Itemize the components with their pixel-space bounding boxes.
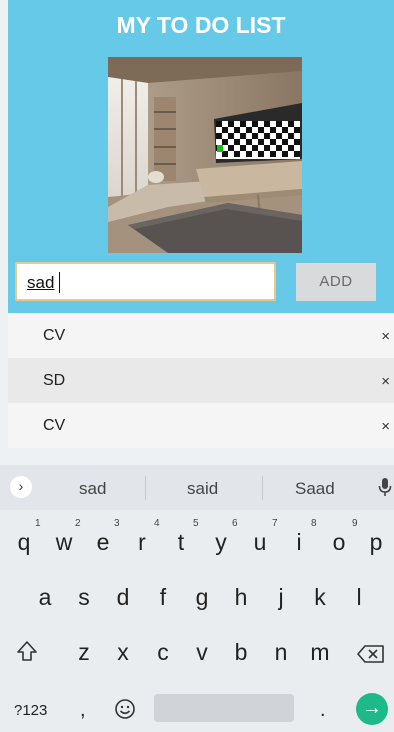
todo-input-value: sad (27, 273, 55, 292)
key-n[interactable]: n (263, 639, 299, 666)
key-x[interactable]: x (105, 639, 141, 666)
key-b[interactable]: b (223, 639, 259, 666)
key-hint: 3 (114, 518, 120, 529)
key-k[interactable]: k (302, 584, 338, 611)
todo-item[interactable]: SD × (8, 358, 394, 403)
space-bar[interactable] (154, 694, 294, 722)
soft-keyboard: › sad said Saad q w e r t y u i o p 1 2 … (0, 465, 394, 732)
key-y[interactable]: y (203, 529, 239, 556)
key-hint: 8 (311, 518, 317, 529)
key-f[interactable]: f (145, 584, 181, 611)
key-m[interactable]: m (302, 639, 338, 666)
suggestion-word[interactable]: Saad (295, 479, 335, 499)
key-hint: 7 (272, 518, 278, 529)
key-g[interactable]: g (184, 584, 220, 611)
room-photo (108, 57, 302, 253)
emoji-icon[interactable] (114, 698, 136, 720)
key-c[interactable]: c (145, 639, 181, 666)
delete-icon[interactable]: × (381, 373, 390, 390)
key-period[interactable]: . (320, 699, 326, 722)
todo-item[interactable]: CV × (8, 403, 394, 448)
key-u[interactable]: u (242, 529, 278, 556)
add-button[interactable]: ADD (296, 263, 376, 301)
key-j[interactable]: j (263, 584, 299, 611)
key-hint: 6 (232, 518, 238, 529)
key-l[interactable]: l (341, 584, 377, 611)
suggestion-word[interactable]: said (187, 479, 218, 499)
app-title: MY TO DO LIST (116, 12, 286, 38)
key-i[interactable]: i (281, 529, 317, 556)
key-hint: 5 (193, 518, 199, 529)
todo-item[interactable]: CV × (8, 313, 394, 358)
key-hint: 2 (75, 518, 81, 529)
key-r[interactable]: r (124, 529, 160, 556)
key-v[interactable]: v (184, 639, 220, 666)
key-s[interactable]: s (66, 584, 102, 611)
key-a[interactable]: a (27, 584, 63, 611)
key-d[interactable]: d (105, 584, 141, 611)
key-w[interactable]: w (46, 529, 82, 556)
todo-item-label: CV (43, 417, 66, 434)
shift-icon[interactable] (16, 640, 38, 662)
key-hint: 1 (35, 518, 41, 529)
key-comma[interactable]: , (80, 699, 86, 722)
key-t[interactable]: t (163, 529, 199, 556)
key-q[interactable]: q (6, 529, 42, 556)
microphone-icon[interactable] (378, 477, 392, 497)
todo-input[interactable]: sad (15, 262, 276, 301)
todo-item-label: SD (43, 372, 66, 389)
delete-icon[interactable]: × (381, 418, 390, 435)
todo-item-label: CV (43, 327, 66, 344)
suggestion-word[interactable]: sad (79, 479, 106, 499)
key-o[interactable]: o (321, 529, 357, 556)
key-p[interactable]: p (358, 529, 394, 556)
key-h[interactable]: h (223, 584, 259, 611)
symbols-key[interactable]: ?123 (14, 702, 47, 719)
key-hint: 9 (352, 518, 358, 529)
todo-list: CV × SD × CV × (8, 313, 394, 448)
chevron-right-icon[interactable]: › (10, 476, 32, 498)
key-hint: 4 (154, 518, 160, 529)
delete-icon[interactable]: × (381, 328, 390, 345)
arrow-right-icon[interactable]: → (356, 693, 388, 725)
text-caret (59, 272, 60, 293)
key-e[interactable]: e (85, 529, 121, 556)
suggestion-strip: › sad said Saad (0, 465, 394, 510)
divider (145, 476, 146, 500)
divider (262, 476, 263, 500)
backspace-icon[interactable] (357, 644, 385, 664)
key-z[interactable]: z (66, 639, 102, 666)
